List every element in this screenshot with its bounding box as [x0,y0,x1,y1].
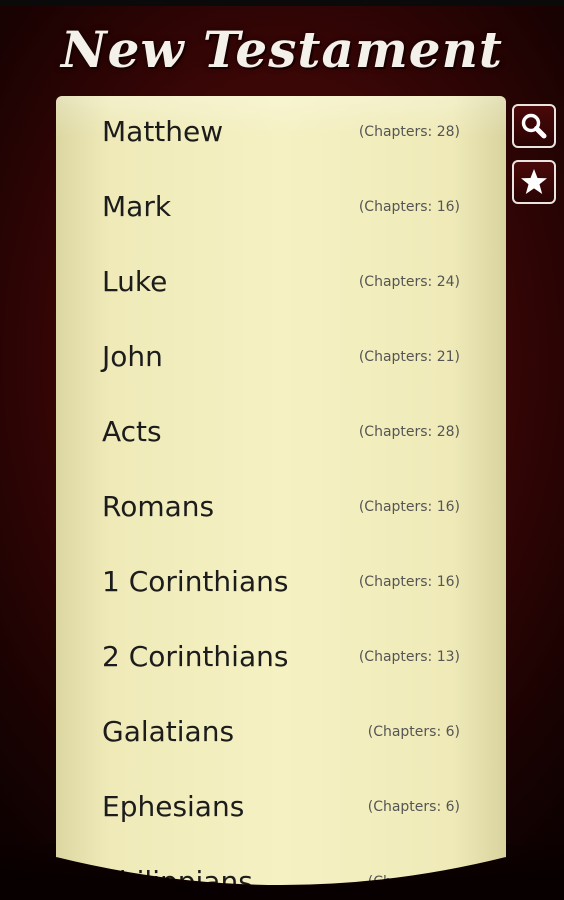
book-chapter-count: (Chapters: 24) [358,274,460,290]
book-item-ephesians[interactable]: Ephesians (Chapters: 6) [56,771,506,846]
book-item-1-corinthians[interactable]: 1 Corinthians (Chapters: 16) [56,546,506,621]
book-chapter-count: (Chapters: 28) [358,124,460,140]
book-name: Matthew [102,115,224,148]
book-item-mark[interactable]: Mark (Chapters: 16) [56,171,506,246]
book-name: John [102,340,163,373]
book-name: Acts [102,415,162,448]
book-list-panel[interactable]: Matthew (Chapters: 28) Mark (Chapters: 1… [56,96,506,900]
book-chapter-count: (Chapters: 13) [358,649,460,665]
book-name: Mark [102,190,172,223]
book-item-luke[interactable]: Luke (Chapters: 24) [56,246,506,321]
favorites-button[interactable] [512,160,556,204]
book-chapter-count: (Chapters: 21) [358,349,460,365]
book-item-2-corinthians[interactable]: 2 Corinthians (Chapters: 13) [56,621,506,696]
status-strip [0,0,564,6]
book-name: Ephesians [102,790,245,823]
book-name: Galatians [102,715,235,748]
book-chapter-count: (Chapters: 16) [358,574,460,590]
book-item-john[interactable]: John (Chapters: 21) [56,321,506,396]
book-list: Matthew (Chapters: 28) Mark (Chapters: 1… [56,96,506,900]
book-item-philippians[interactable]: Philippians (Chapters: 4) [56,846,506,900]
page-title: New Testament [60,20,504,79]
book-chapter-count: (Chapters: 4) [367,874,460,890]
book-name: Philippians [102,865,253,898]
book-item-acts[interactable]: Acts (Chapters: 28) [56,396,506,471]
book-chapter-count: (Chapters: 16) [358,499,460,515]
book-chapter-count: (Chapters: 28) [358,424,460,440]
book-name: 2 Corinthians [102,640,289,673]
star-icon [521,169,547,194]
book-chapter-count: (Chapters: 6) [367,724,460,740]
book-chapter-count: (Chapters: 16) [358,199,460,215]
book-name: Romans [102,490,215,523]
search-button[interactable] [512,104,556,148]
search-icon [521,113,547,139]
book-chapter-count: (Chapters: 6) [367,799,460,815]
book-name: Luke [102,265,168,298]
book-item-matthew[interactable]: Matthew (Chapters: 28) [56,96,506,171]
book-item-galatians[interactable]: Galatians (Chapters: 6) [56,696,506,771]
book-item-romans[interactable]: Romans (Chapters: 16) [56,471,506,546]
book-name: 1 Corinthians [102,565,289,598]
